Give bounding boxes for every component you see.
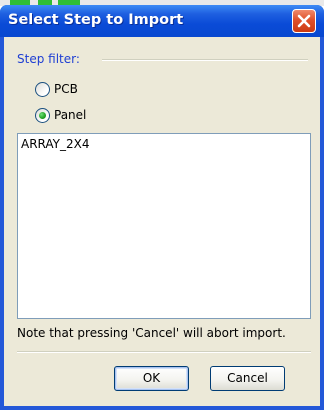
radio-panel[interactable]: Panel bbox=[35, 108, 105, 126]
radio-selected-dot bbox=[39, 112, 46, 119]
button-separator bbox=[17, 351, 311, 353]
radio-button-unselected[interactable] bbox=[35, 82, 50, 97]
radio-panel-label: Panel bbox=[54, 108, 87, 122]
cancel-note: Note that pressing 'Cancel' will abort i… bbox=[17, 326, 286, 340]
close-button[interactable] bbox=[292, 9, 316, 33]
group-divider bbox=[102, 59, 308, 61]
close-icon bbox=[297, 14, 311, 28]
select-step-dialog: Select Step to Import Step filter: PCB P… bbox=[0, 5, 324, 410]
radio-pcb-label: PCB bbox=[54, 82, 78, 96]
step-list[interactable]: ARRAY_2X4 bbox=[17, 133, 311, 319]
dialog-body: Step filter: PCB Panel ARRAY_2X4 Note th… bbox=[4, 37, 320, 406]
ok-button[interactable]: OK bbox=[114, 366, 189, 391]
radio-button-selected[interactable] bbox=[35, 108, 50, 123]
step-filter-label: Step filter: bbox=[17, 52, 80, 66]
screen: Select Step to Import Step filter: PCB P… bbox=[0, 0, 324, 410]
cancel-button[interactable]: Cancel bbox=[210, 366, 285, 391]
list-item[interactable]: ARRAY_2X4 bbox=[21, 137, 90, 151]
radio-pcb[interactable]: PCB bbox=[35, 82, 95, 100]
title-bar[interactable]: Select Step to Import bbox=[0, 5, 324, 37]
dialog-title: Select Step to Import bbox=[8, 12, 184, 28]
